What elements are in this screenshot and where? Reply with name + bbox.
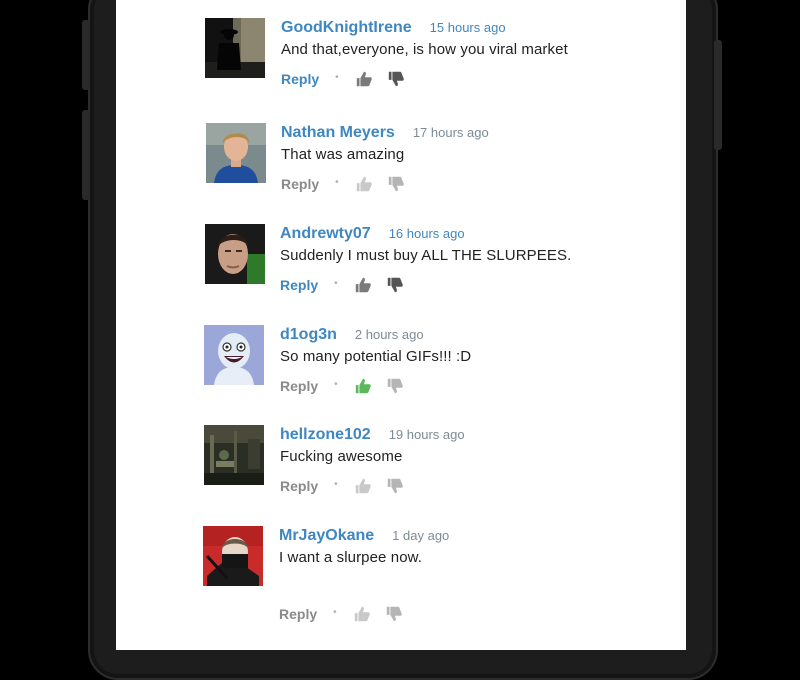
separator-dot: • [334, 478, 338, 490]
separator-dot: • [334, 277, 338, 289]
thumbs-down-icon[interactable] [386, 377, 404, 395]
comment-text: Suddenly I must buy ALL THE SLURPEES. [280, 247, 572, 264]
reply-button[interactable]: Reply [280, 478, 318, 494]
comment-item: hellzone102 19 hours ago Fucking awesome … [116, 425, 686, 525]
separator-dot: • [334, 378, 338, 390]
comment-username[interactable]: d1og3n [280, 326, 337, 343]
phone-side-button [82, 110, 90, 200]
reply-button[interactable]: Reply [279, 606, 317, 622]
comment-item: GoodKnightIrene 15 hours ago And that,eve… [116, 18, 686, 118]
reply-button[interactable]: Reply [281, 71, 319, 87]
dark-scene-avatar[interactable] [204, 425, 264, 485]
separator-dot: • [335, 176, 339, 188]
comment-username[interactable]: Nathan Meyers [281, 124, 395, 141]
reply-button[interactable]: Reply [280, 277, 318, 293]
phone-side-button [714, 40, 722, 150]
comment-username[interactable]: hellzone102 [280, 426, 371, 443]
comment-text: That was amazing [281, 146, 405, 163]
masked-man-avatar[interactable] [203, 526, 263, 586]
separator-dot: • [333, 606, 337, 618]
comment-timestamp[interactable]: 16 hours ago [389, 226, 465, 241]
reply-button[interactable]: Reply [280, 378, 318, 394]
thumbs-down-icon[interactable] [385, 605, 403, 623]
thumbs-up-icon[interactable] [355, 70, 373, 88]
cartoon-face-avatar[interactable] [204, 325, 264, 385]
comment-timestamp[interactable]: 1 day ago [392, 528, 449, 543]
comment-item: MrJayOkane 1 day ago I want a slurpee now… [116, 526, 686, 636]
thumbs-down-icon[interactable] [386, 276, 404, 294]
man-portrait-avatar[interactable] [205, 224, 265, 284]
thumbs-down-icon[interactable] [386, 477, 404, 495]
separator-dot: • [335, 71, 339, 83]
reply-button[interactable]: Reply [281, 176, 319, 192]
comment-text: So many potential GIFs!!! :D [280, 348, 472, 365]
comment-item: Andrewty07 16 hours ago Suddenly I must b… [116, 224, 686, 324]
comment-item: Nathan Meyers 17 hours ago That was amazi… [116, 123, 686, 223]
thumbs-down-icon[interactable] [387, 175, 405, 193]
thumbs-down-icon[interactable] [387, 70, 405, 88]
comment-text: And that,everyone, is how you viral mark… [281, 41, 568, 58]
silhouette-figure-avatar[interactable] [205, 18, 265, 78]
comments-screen: GoodKnightIrene 15 hours ago And that,eve… [116, 0, 686, 650]
thumbs-up-icon[interactable] [354, 377, 372, 395]
comment-item: d1og3n 2 hours ago So many potential GIFs… [116, 325, 686, 425]
thumbs-up-icon[interactable] [354, 276, 372, 294]
comment-username[interactable]: MrJayOkane [279, 527, 374, 544]
comment-username[interactable]: Andrewty07 [280, 225, 371, 242]
thumbs-up-icon[interactable] [355, 175, 373, 193]
comment-text: I want a slurpee now. [279, 549, 423, 566]
comment-timestamp[interactable]: 17 hours ago [413, 125, 489, 140]
comment-timestamp[interactable]: 19 hours ago [389, 427, 465, 442]
young-man-avatar[interactable] [206, 123, 266, 183]
thumbs-up-icon[interactable] [353, 605, 371, 623]
thumbs-up-icon[interactable] [354, 477, 372, 495]
comment-text: Fucking awesome [280, 448, 403, 465]
comment-timestamp[interactable]: 15 hours ago [430, 20, 506, 35]
phone-side-button [82, 20, 90, 90]
comment-username[interactable]: GoodKnightIrene [281, 19, 412, 36]
comment-timestamp[interactable]: 2 hours ago [355, 327, 424, 342]
